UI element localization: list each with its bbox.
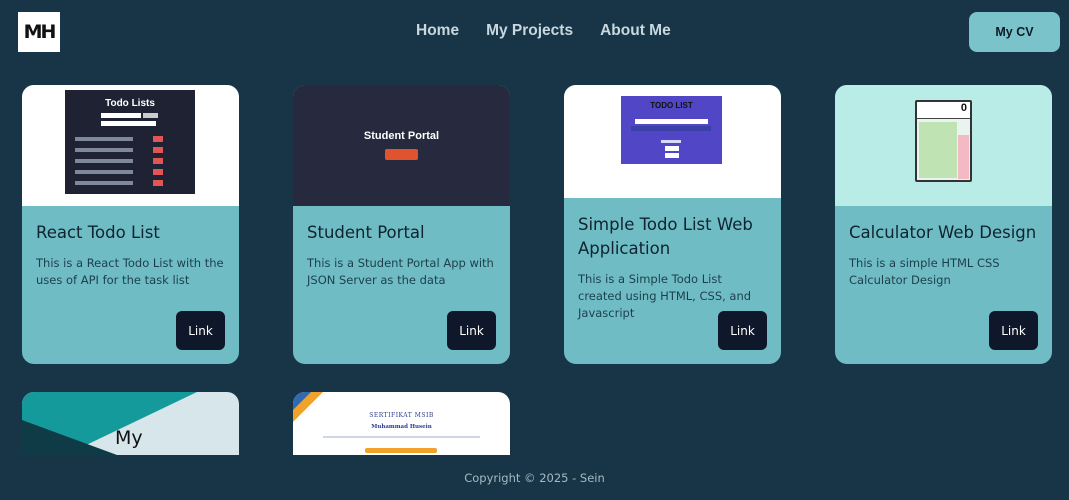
project-title: Calculator Web Design [849,223,1037,242]
project-title: Student Portal [307,223,425,242]
nav-my-projects[interactable]: My Projects [486,22,573,40]
project-thumbnail: Student Portal [293,85,510,206]
thumbnail-title: Student Portal [363,130,440,142]
project-card-portfolio-partial: My [22,392,239,455]
certificate-name: Muhammad Husein [371,424,432,430]
project-title: Simple Todo List Web Application [578,215,753,258]
project-card-react-todo: Todo Lists React Todo List This is a Rea… [22,85,239,364]
thumbnail-title: My [115,427,143,449]
thumbnail-title: 0 [917,102,970,119]
project-description: This is a React Todo List with the uses … [36,256,224,287]
certificate-title: SERTIFIKAT MSIB [369,412,434,419]
footer-copyright: Copyright © 2025 - Sein [464,471,605,485]
project-link-button[interactable]: Link [718,311,767,350]
thumbnail-title: TODO LIST [650,101,693,110]
project-thumbnail: 0 [835,85,1052,206]
my-cv-button[interactable]: My CV [969,12,1060,52]
main-nav: Home My Projects About Me [416,22,671,40]
project-link-button[interactable]: Link [176,311,225,350]
logo[interactable]: MH [18,12,60,52]
project-card-certificate-partial: SERTIFIKAT MSIB Muhammad Husein [293,392,510,455]
project-card-student-portal: Student Portal Student Portal This is a … [293,85,510,364]
project-link-button[interactable]: Link [447,311,496,350]
project-description: This is a simple HTML CSS Calculator Des… [849,256,1000,287]
project-title: React Todo List [36,223,160,242]
project-description: This is a Student Portal App with JSON S… [307,256,494,287]
project-link-button[interactable]: Link [989,311,1038,350]
project-thumbnail: TODO LIST [564,85,781,198]
project-thumbnail: Todo Lists [22,85,239,206]
nav-about-me[interactable]: About Me [600,22,671,40]
thumbnail-title: Todo Lists [105,98,155,109]
project-card-simple-todo: TODO LIST Simple Todo List Web Applicati… [564,85,781,364]
nav-home[interactable]: Home [416,22,459,40]
project-card-calculator: 0 Calculator Web Design This is a simple… [835,85,1052,364]
